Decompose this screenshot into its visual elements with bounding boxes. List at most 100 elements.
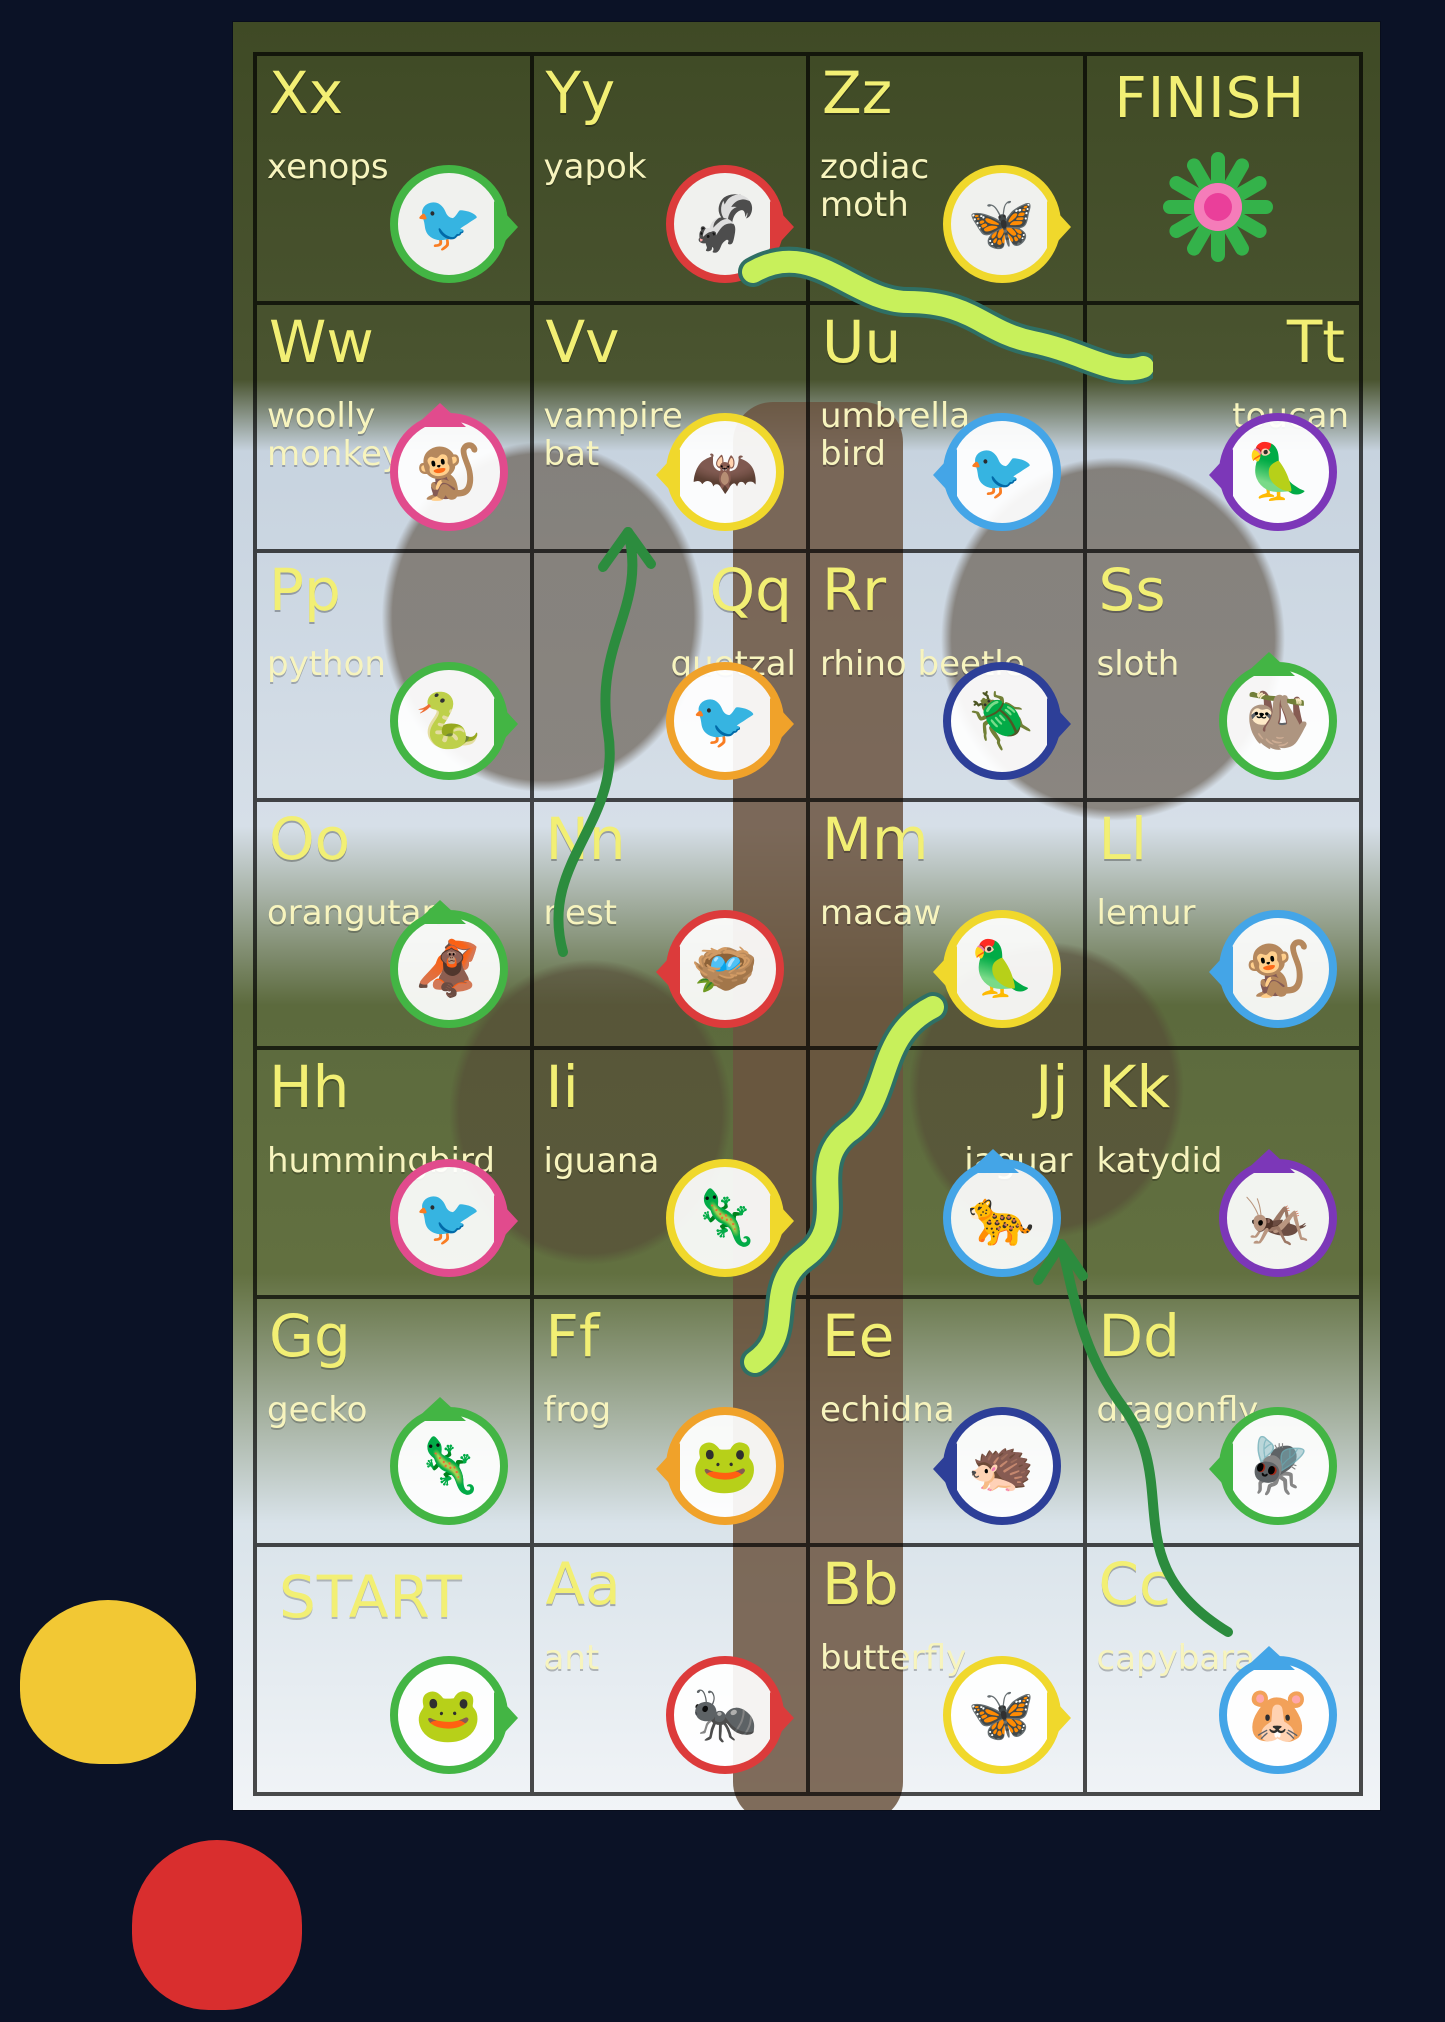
iguana-icon: 🦎 <box>691 1185 759 1249</box>
game-board: Xx xenops 🐦 Yy yapok 🦨 Zz zodiac moth 🦋 FINISH Ww wo… <box>233 22 1380 1810</box>
board-cell[interactable]: FINISH <box>1084 54 1361 303</box>
cell-letter: Tt <box>1286 307 1345 376</box>
cell-letter: Aa <box>545 1550 621 1619</box>
animal-badge: 🐦 <box>932 413 1061 532</box>
cell-word: macaw <box>820 892 942 933</box>
start-label: START <box>279 1563 463 1632</box>
board-cell[interactable]: Mm macaw 🦜 <box>808 799 1085 1049</box>
board-cell[interactable]: Ff frog 🐸 <box>531 1296 808 1546</box>
cell-word: xenops <box>267 147 389 187</box>
board-cell[interactable]: Oo orangutan 🦧 <box>255 799 532 1049</box>
board-cell[interactable]: Hh hummingbird 🐦 <box>255 1048 532 1297</box>
animal-badge: 🐜 <box>666 1655 794 1774</box>
board-cell[interactable]: Xx xenops 🐦 <box>255 54 532 303</box>
cell-letter: Oo <box>269 804 351 873</box>
cell-letter: Pp <box>269 556 341 625</box>
board-cell[interactable]: Cc capybara 🐹 <box>1084 1545 1361 1794</box>
board-cell[interactable]: Zz zodiac moth 🦋 <box>808 54 1085 303</box>
gecko-icon: 🦎 <box>414 1434 483 1498</box>
animal-badge: 🦜 <box>932 910 1061 1029</box>
possum-icon: 🦨 <box>691 191 759 255</box>
board-cell[interactable]: Ii iguana 🦎 <box>531 1048 808 1297</box>
ant-icon: 🐜 <box>691 1682 759 1746</box>
cell-letter: Ii <box>545 1053 579 1122</box>
bird-icon: 🐦 <box>414 191 483 255</box>
cell-letter: Vv <box>545 307 620 376</box>
butterfly-icon: 🦋 <box>967 1682 1036 1746</box>
cell-letter: Rr <box>822 556 887 625</box>
macaw-icon: 🦜 <box>967 937 1036 1001</box>
nest-icon: 🪺 <box>691 937 759 1001</box>
animal-badge: 🦋 <box>942 164 1071 283</box>
animal-badge: 🪲 <box>942 661 1071 780</box>
cell-word: lemur <box>1096 892 1196 933</box>
board-cell[interactable]: START 🐸 <box>255 1545 532 1794</box>
animal-badge: 🐆 <box>942 1148 1061 1277</box>
animal-badge: 🐒 <box>1209 910 1337 1029</box>
board-cell[interactable]: Tttoucan🦜 <box>1084 302 1361 552</box>
board-cell[interactable]: Jjjaguar🐆 <box>808 1048 1085 1297</box>
animal-badge: 🦗 <box>1219 1148 1337 1277</box>
animal-badge: 🐦 <box>666 661 794 780</box>
board-cell[interactable]: Ll lemur 🐒 <box>1084 799 1361 1049</box>
board-cell[interactable]: Aa ant 🐜 <box>531 1545 808 1794</box>
board-grid: Xx xenops 🐦 Yy yapok 🦨 Zz zodiac moth 🦋 FINISH Ww wo… <box>253 52 1363 1796</box>
board-cell[interactable]: Pp python 🐍 <box>255 551 532 800</box>
red-frog-token-icon[interactable] <box>132 1840 302 2010</box>
frog-icon: 🐸 <box>691 1434 759 1498</box>
orangutan-icon: 🦧 <box>414 937 483 1001</box>
cell-word: yapok <box>543 147 647 187</box>
hummingbird-icon: 🐦 <box>414 1185 483 1249</box>
cell-letter: Cc <box>1098 1550 1171 1619</box>
toucan-icon: 🦜 <box>1244 440 1312 504</box>
board-cell[interactable]: Vv vampire bat 🦇 <box>531 302 808 552</box>
quetzal-icon: 🐦 <box>691 688 759 752</box>
moth-icon: 🦋 <box>967 191 1036 255</box>
cell-word: zodiac moth <box>820 147 930 226</box>
animal-badge: 🐒 <box>389 403 508 532</box>
katydid-icon: 🦗 <box>1244 1185 1312 1249</box>
board-cell[interactable]: Qqquetzal🐦 <box>531 551 808 800</box>
board-cell[interactable]: Rr rhino beetle 🪲 <box>808 551 1085 800</box>
dragonfly-icon: 🪰 <box>1244 1434 1312 1498</box>
monkey-icon: 🐒 <box>414 440 483 504</box>
echidna-icon: 🦔 <box>967 1434 1036 1498</box>
board-cell[interactable]: Uu umbrella bird 🐦 <box>808 302 1085 552</box>
board-cell[interactable]: Dd dragonfly 🪰 <box>1084 1296 1361 1546</box>
animal-badge: 🦨 <box>666 164 794 283</box>
cell-letter: Bb <box>822 1550 899 1619</box>
cell-word: echidna <box>820 1389 955 1430</box>
board-cell[interactable]: Ss sloth 🦥 <box>1084 551 1361 800</box>
umbrella-bird-icon: 🐦 <box>967 440 1036 504</box>
cell-word: woolly monkey <box>267 395 402 474</box>
yellow-frog-token-icon[interactable] <box>20 1600 196 1764</box>
cell-letter: Qq <box>709 556 792 625</box>
board-cell[interactable]: Gg gecko 🦎 <box>255 1296 532 1546</box>
cell-word: sloth <box>1096 644 1180 685</box>
cell-word: katydid <box>1096 1141 1223 1182</box>
board-cell[interactable]: Nn nest 🪺 <box>531 799 808 1049</box>
cell-letter: Ss <box>1098 556 1166 625</box>
lemur-icon: 🐒 <box>1244 937 1312 1001</box>
animal-badge: 🦧 <box>389 900 508 1029</box>
green-frog-icon: 🐸 <box>414 1682 483 1746</box>
animal-badge: 🦎 <box>666 1158 794 1277</box>
cell-letter: Ww <box>269 307 374 376</box>
board-cell[interactable]: Yy yapok 🦨 <box>531 54 808 303</box>
cell-letter: Ee <box>822 1301 895 1370</box>
board-cell[interactable]: Ee echidna 🦔 <box>808 1296 1085 1546</box>
animal-badge: 🦥 <box>1219 651 1337 780</box>
cell-letter: Kk <box>1098 1053 1171 1122</box>
animal-badge: 🐦 <box>389 164 518 283</box>
board-cell[interactable]: Kk katydid 🦗 <box>1084 1048 1361 1297</box>
capybara-icon: 🐹 <box>1244 1682 1312 1746</box>
board-cell[interactable]: Ww woolly monkey 🐒 <box>255 302 532 552</box>
animal-badge: 🐍 <box>389 661 518 780</box>
animal-badge: 🐸 <box>389 1655 518 1774</box>
animal-badge: 🐸 <box>656 1407 784 1526</box>
cell-letter: Nn <box>545 804 626 873</box>
board-cell[interactable]: Bb butterfly 🦋 <box>808 1545 1085 1794</box>
cell-word: ant <box>543 1638 600 1679</box>
cell-word: butterfly <box>820 1638 967 1679</box>
cell-letter: Ll <box>1098 804 1147 873</box>
